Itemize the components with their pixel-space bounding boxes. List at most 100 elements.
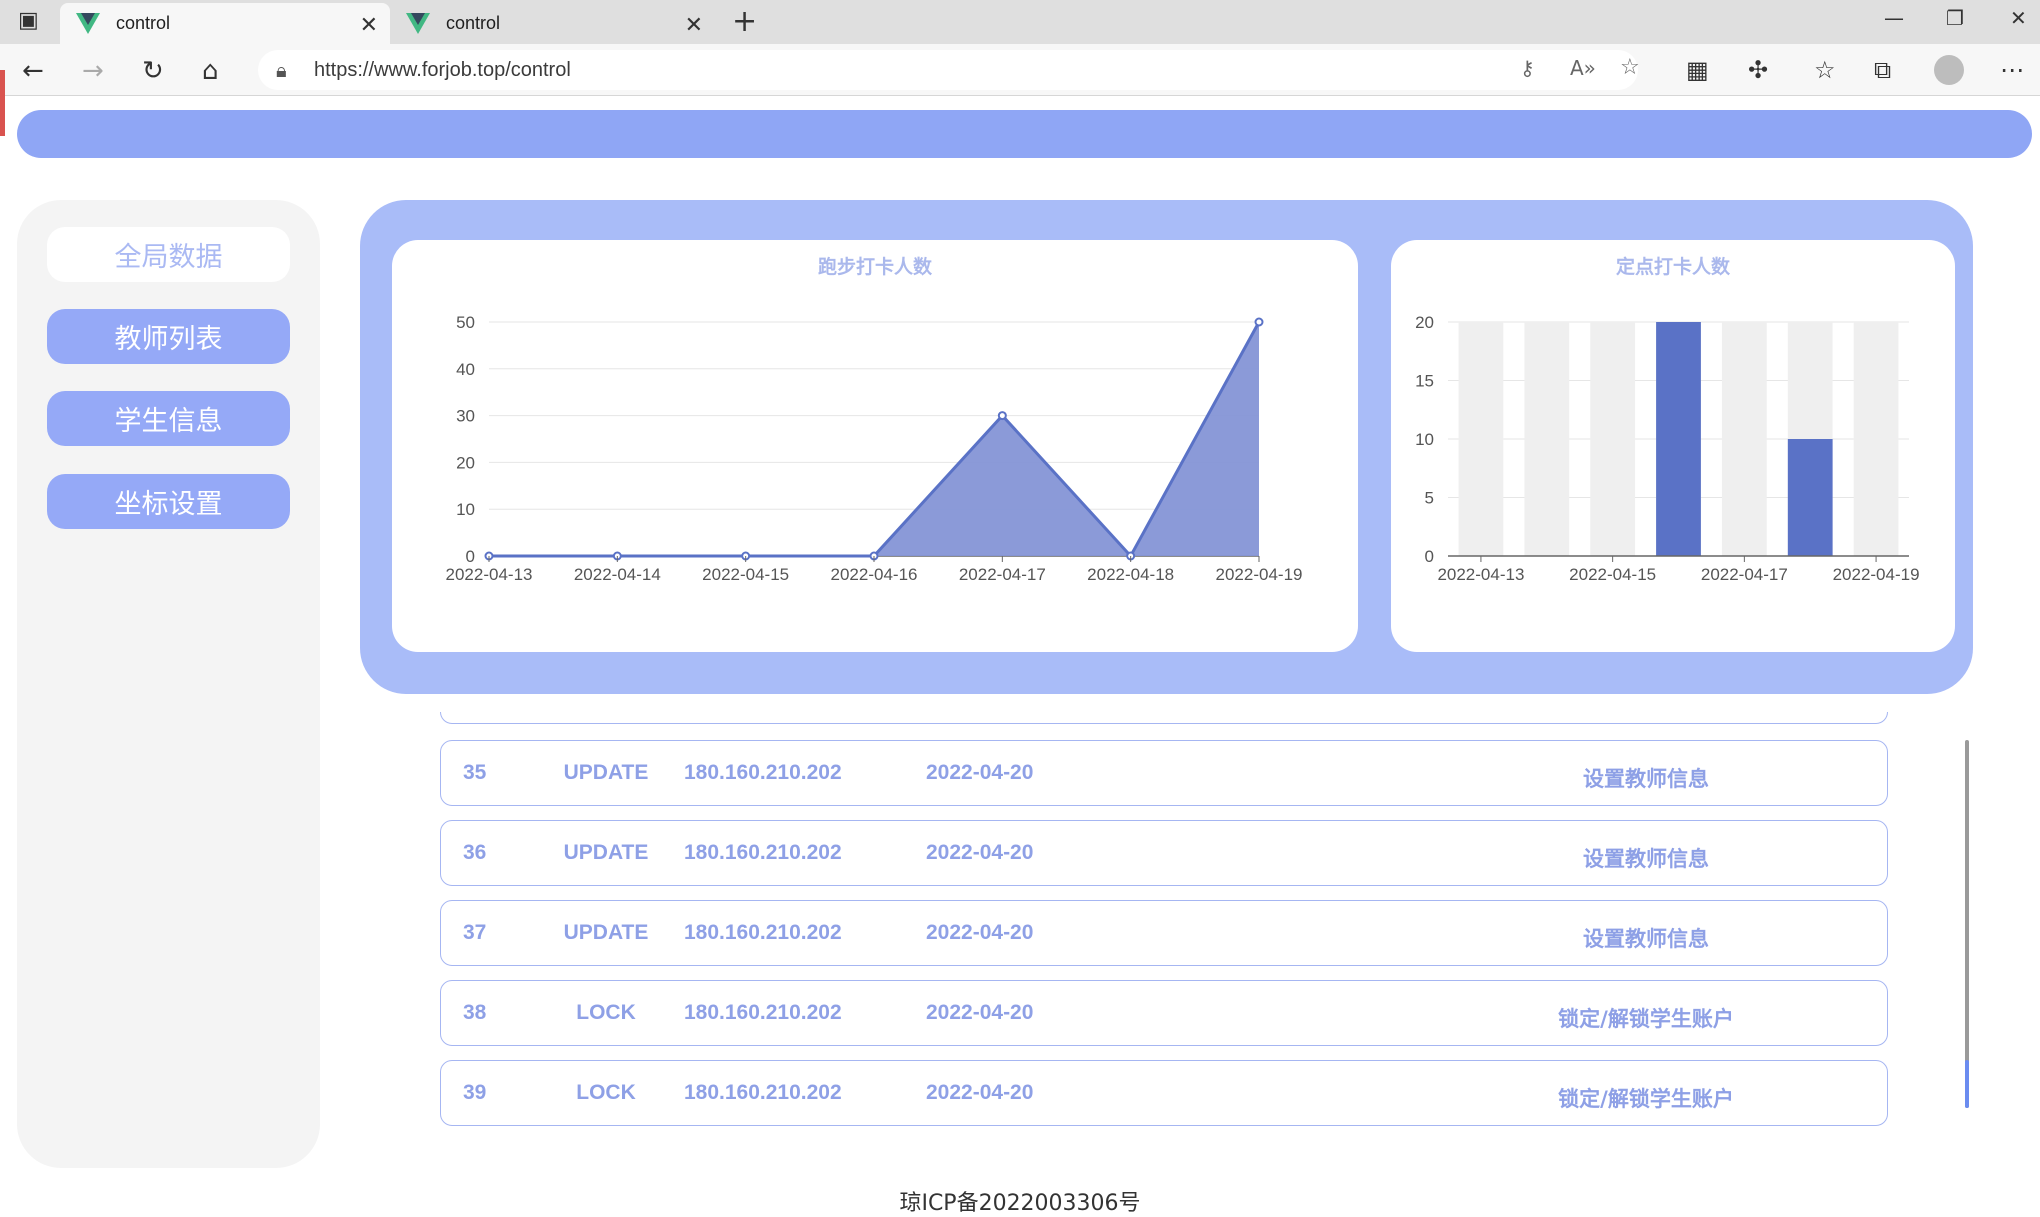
running-checkin-chart: 0 10 20 30 40 50 2022-04-13 2022-04-14 2022-04-1… <box>446 313 1303 584</box>
row-ip: 180.160.210.202 <box>684 1081 842 1104</box>
new-tab-icon[interactable]: + <box>732 4 757 39</box>
favorite-add-icon[interactable]: ☆ <box>1620 55 1640 80</box>
y-tick-label: 5 <box>1425 489 1434 508</box>
series-line <box>489 321 1261 559</box>
x-tick-label: 2022-04-18 <box>1087 565 1174 584</box>
y-tick-label: 40 <box>456 360 475 379</box>
y-tick-label: 30 <box>456 407 475 426</box>
lock-icon: 🔒︎ <box>276 58 287 82</box>
row-operation: LOCK <box>576 1001 636 1024</box>
row-date: 2022-04-20 <box>926 1081 1034 1104</box>
x-tick-label: 2022-04-17 <box>1701 565 1788 584</box>
tab-collections-icon[interactable]: ⧉ <box>1874 56 1891 84</box>
key-icon[interactable]: ⚷ <box>1520 56 1535 80</box>
row-id: 39 <box>463 1081 487 1104</box>
x-tick-label: 2022-04-19 <box>1216 565 1303 584</box>
row-operation: UPDATE <box>563 921 649 944</box>
sidebar-item-student-info[interactable]: 学生信息 <box>47 391 290 446</box>
row-date: 2022-04-20 <box>926 1001 1034 1024</box>
row-operation: UPDATE <box>563 841 649 864</box>
y-tick-label: 50 <box>456 313 475 332</box>
point-checkin-chart: 0 5 10 15 20 2022-04-13 2022-04-15 2022-04-17 20… <box>1415 313 1920 584</box>
point-chart-title: 定点打卡人数 <box>1615 256 1730 278</box>
row-ip: 180.160.210.202 <box>684 761 842 784</box>
table-row: 39 LOCK 180.160.210.202 2022-04-20 锁定/解锁… <box>440 1060 1888 1126</box>
row-description: 设置教师信息 <box>1583 927 1709 951</box>
row-description: 锁定/解锁学生账户 <box>1558 1007 1734 1031</box>
url-text: https://www.forjob.top/control <box>314 59 571 81</box>
home-icon[interactable]: ⌂ <box>202 56 219 86</box>
tab-title: control <box>446 13 501 33</box>
row-date: 2022-04-20 <box>926 921 1034 944</box>
table-row: 35 UPDATE 180.160.210.202 2022-04-20 设置教… <box>440 740 1888 806</box>
y-tick-label: 0 <box>1425 547 1434 566</box>
row-description: 设置教师信息 <box>1583 767 1709 791</box>
y-tick-label: 0 <box>466 547 475 566</box>
x-tick-label: 2022-04-13 <box>1437 565 1524 584</box>
favorites-icon[interactable]: ☆ <box>1814 56 1836 84</box>
x-tick-label: 2022-04-17 <box>959 565 1046 584</box>
row-ip: 180.160.210.202 <box>684 841 842 864</box>
row-date: 2022-04-20 <box>926 841 1034 864</box>
row-description: 设置教师信息 <box>1583 847 1709 871</box>
reload-icon[interactable]: ↻ <box>142 56 164 86</box>
y-tick-label: 10 <box>1415 430 1434 449</box>
more-menu-icon[interactable]: ⋯ <box>2000 56 2024 84</box>
page-header-bar <box>17 110 2032 158</box>
row-description: 锁定/解锁学生账户 <box>1558 1087 1734 1111</box>
background-bar <box>1721 322 1767 556</box>
minimize-icon[interactable]: — <box>1884 6 1904 30</box>
table-row: 37 UPDATE 180.160.210.202 2022-04-20 设置教… <box>440 900 1888 966</box>
close-window-icon[interactable]: ✕ <box>2010 6 2027 30</box>
table-row: 36 UPDATE 180.160.210.202 2022-04-20 设置教… <box>440 820 1888 886</box>
close-tab-icon[interactable]: ✕ <box>360 12 378 38</box>
collections-icon[interactable]: ▦ <box>1686 56 1709 84</box>
point-chart-card: 定点打卡人数 0 5 10 15 20 2022-04-13 2022-04-15 2022-… <box>1391 240 1955 652</box>
extensions-icon[interactable]: ✣ <box>1748 56 1768 84</box>
x-tick-label: 2022-04-14 <box>574 565 661 584</box>
x-tick-label: 2022-04-15 <box>702 565 789 584</box>
row-ip: 180.160.210.202 <box>684 1001 842 1024</box>
browser-tab-2[interactable]: control ✕ <box>390 3 715 44</box>
running-chart-title: 跑步打卡人数 <box>817 256 932 278</box>
row-operation: UPDATE <box>563 761 649 784</box>
x-tick-label: 2022-04-19 <box>1833 565 1920 584</box>
log-list: 35 UPDATE 180.160.210.202 2022-04-20 设置教… <box>440 712 1890 1132</box>
y-tick-label: 10 <box>456 500 475 519</box>
profile-avatar[interactable] <box>1934 55 1964 85</box>
row-date: 2022-04-20 <box>926 761 1034 784</box>
charts-panel: 跑步打卡人数 0 10 20 30 40 50 2022-04-13 2022-04-14 20… <box>360 200 1973 694</box>
browser-tab-1[interactable]: control ✕ <box>60 3 390 44</box>
restore-icon[interactable]: ❐ <box>1946 6 1964 30</box>
back-icon[interactable]: ← <box>22 56 44 86</box>
sidebar: 全局数据 教师列表 学生信息 坐标设置 <box>17 200 320 1168</box>
data-point <box>997 411 1007 421</box>
log-list-scrollbar[interactable] <box>1965 740 1969 1108</box>
x-tick-label: 2022-04-15 <box>1569 565 1656 584</box>
row-id: 37 <box>463 921 487 944</box>
sidebar-item-global-data[interactable]: 全局数据 <box>47 227 290 282</box>
sidebar-toggle-icon[interactable]: ▣ <box>18 8 39 33</box>
read-aloud-icon[interactable]: A» <box>1570 56 1596 80</box>
series-area <box>489 322 1259 556</box>
x-tick-label: 2022-04-13 <box>446 565 533 584</box>
table-row: 38 LOCK 180.160.210.202 2022-04-20 锁定/解锁… <box>440 980 1888 1046</box>
edge-marker <box>0 70 5 136</box>
sidebar-item-coordinate-settings[interactable]: 坐标设置 <box>47 474 290 529</box>
sidebar-item-teacher-list[interactable]: 教师列表 <box>47 309 290 364</box>
data-point <box>1254 317 1264 327</box>
y-tick-label: 20 <box>456 453 475 472</box>
background-bar <box>1524 322 1570 556</box>
row-ip: 180.160.210.202 <box>684 921 842 944</box>
browser-tab-bar: ▣ control ✕ control ✕ + — ❐ ✕ <box>0 0 2040 44</box>
background-bar <box>1853 322 1899 556</box>
address-bar: ← → ↻ ⌂ 🔒︎ https://www.forjob.top/contro… <box>0 44 2040 96</box>
vue-logo-icon <box>76 12 100 34</box>
url-field[interactable]: 🔒︎ https://www.forjob.top/control ⚷ A» ☆ <box>258 50 1640 90</box>
forward-icon[interactable]: → <box>82 56 104 86</box>
bar <box>1656 322 1701 556</box>
background-bar <box>1590 322 1636 556</box>
icp-footer: 琼ICP备2022003306号 <box>899 1191 1141 1216</box>
close-tab-icon[interactable]: ✕ <box>685 12 703 38</box>
log-list-scrollbar-thumb[interactable] <box>1965 1060 1969 1108</box>
